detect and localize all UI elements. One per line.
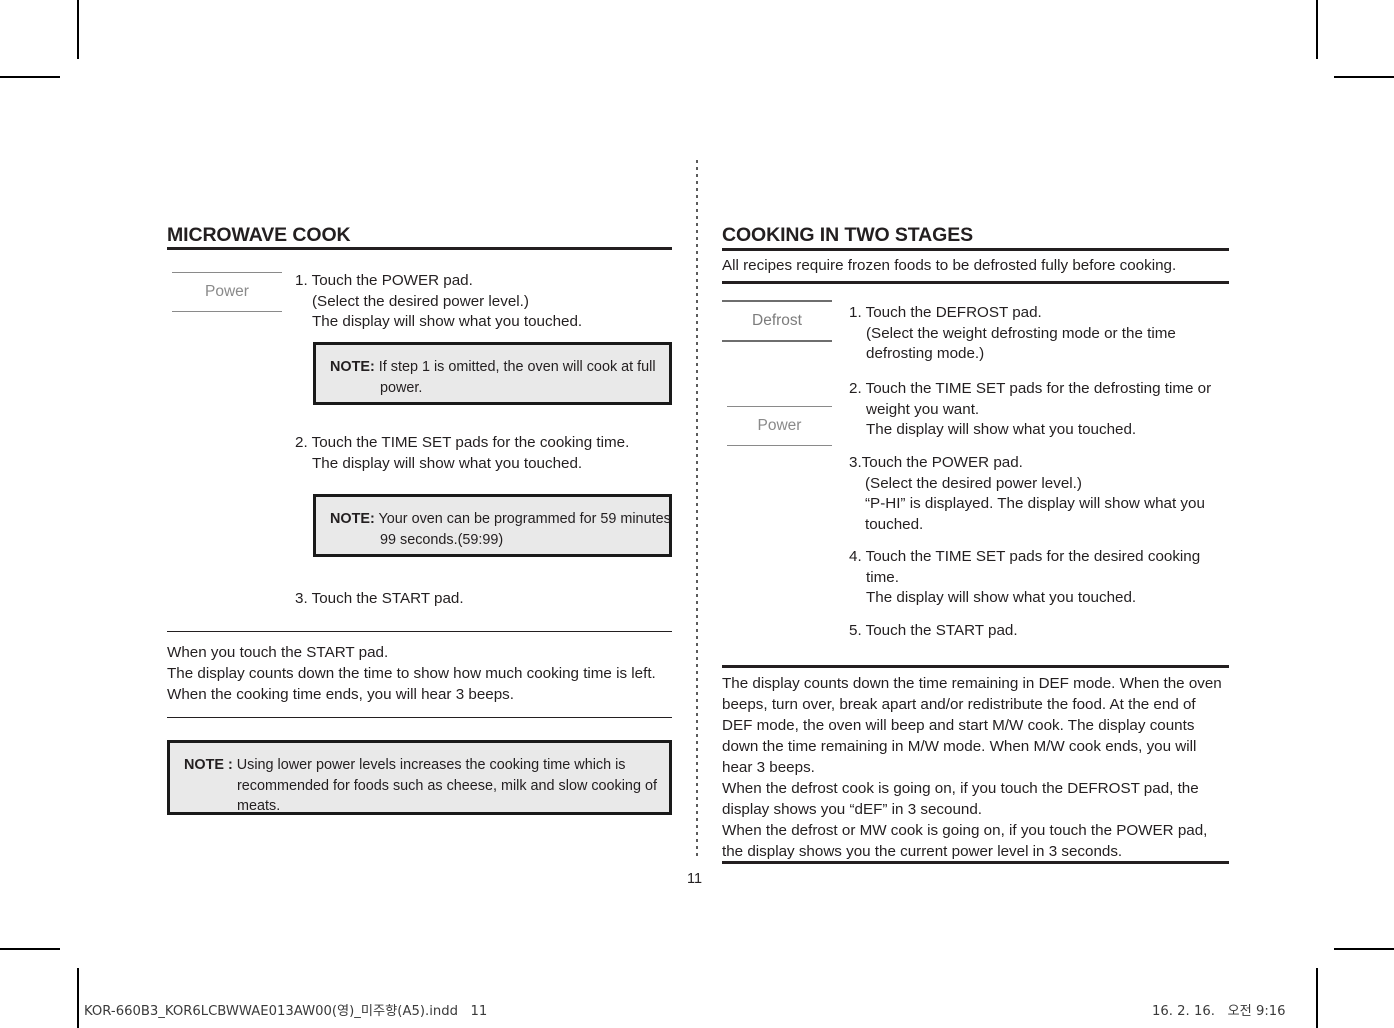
print-footer-filename: KOR-660B3_KOR6LCBWWAE013AW00(영)_미주향(A5).… [84,1004,488,1019]
note-1-line-2: power. [380,379,423,396]
step-1r-line-2: (Select the weight defrosting mode or th… [866,324,1176,342]
note-3-line-3: meats. [237,798,281,814]
crop-mark-top-right-horizontal [1334,76,1394,78]
note-box-max-time: NOTE: Your oven can be programmed for 59… [313,494,672,557]
summary-right-line-2: beeps, turn over, break apart and/or red… [722,696,1196,713]
step-1-left: 1. Touch the POWER pad. (Select the desi… [295,271,685,333]
step-2r-line-2: weight you want. [866,400,980,418]
page-title-microwave-cook: MICROWAVE COOK [167,224,351,246]
step-4r-line-2: time. [866,568,899,586]
separator-below-intro-right [722,281,1229,284]
page-title-cooking-in-two-stages: COOKING IN TWO STAGES [722,224,974,246]
note-3-text-1: Using lower power levels increases the c… [232,757,626,773]
pad-label-power-right: Power [757,417,802,435]
step-2-left: 2. Touch the TIME SET pads for the cooki… [295,433,685,474]
summary-right-line-6: When the defrost cook is going on, if yo… [722,780,1199,797]
step-3-left: 3. Touch the START pad. [295,589,685,610]
pad-graphic-power-right: Power [727,406,832,447]
pad-line-power-bottom [727,444,832,447]
crop-mark-bottom-right-horizontal [1334,948,1394,950]
step-2-line-1: 2. Touch the TIME SET pads for the cooki… [295,434,630,451]
note-1-text-1: If step 1 is omitted, the oven will cook… [374,359,656,375]
step-2-right: 2. Touch the TIME SET pads for the defro… [849,379,1249,441]
step-3r-line-4: touched. [865,515,924,533]
page-number: 11 [687,871,703,887]
intro-paragraph-right: All recipes require frozen foods to be d… [722,255,1237,276]
separator-below-summary-right [722,861,1229,864]
step-2r-line-3: The display will show what you touched. [866,421,1137,439]
summary-right-line-5: hear 3 beeps. [722,759,815,776]
step-3r-line-2: (Select the desired power level.) [865,474,1082,492]
step-5-right: 5. Touch the START pad. [849,621,1249,642]
separator-below-summary-left [167,717,672,719]
summary-right-line-3: DEF mode, the oven will beep and start M… [722,717,1195,734]
crop-mark-top-left-horizontal [0,76,60,78]
crop-mark-top-left-vertical [77,0,79,59]
separator-above-summary-right [722,665,1229,668]
note-1-label: NOTE: [330,359,375,375]
summary-right-line-7: display shows you “dEF” in 3 secound. [722,801,983,818]
step-3r-line-1: 3.Touch the POWER pad. [849,454,1023,471]
crop-mark-bottom-right-vertical [1316,968,1318,1028]
note-2-text-1: Your oven can be programmed for 59 minut… [374,511,671,527]
step-4-right: 4. Touch the TIME SET pads for the desir… [849,547,1249,609]
summary-left-line-3: When the cooking time ends, you will hea… [167,686,514,703]
print-footer-datetime: 16. 2. 16. 오전 9:16 [1152,1004,1286,1019]
summary-right-line-1: The display counts down the time remaini… [722,675,1222,692]
title-underline-right [722,248,1229,251]
step-3-line-1: 3. Touch the START pad. [295,590,464,607]
summary-paragraph-right: The display counts down the time remaini… [722,673,1242,862]
pad-line-defrost-bottom [722,339,832,342]
summary-paragraph-left: When you touch the START pad. The displa… [167,642,677,705]
step-1-line-3: The display will show what you touched. [312,313,583,331]
crop-mark-bottom-left-vertical [77,968,79,1028]
intro-line-1: All recipes require frozen foods to be d… [722,257,1177,274]
column-divider-dotted [696,160,698,857]
note-3-line-2: recommended for foods such as cheese, mi… [237,777,657,794]
pad-graphic-power-left: Power [172,272,282,313]
separator-above-summary-left [167,631,672,633]
step-1-right: 1. Touch the DEFROST pad. (Select the we… [849,303,1249,365]
title-underline-left [167,247,672,250]
step-3-right: 3.Touch the POWER pad. (Select the desir… [849,453,1249,535]
step-2-line-2: The display will show what you touched. [312,454,583,472]
step-1r-line-3: defrosting mode.) [866,345,985,363]
step-1-line-2: (Select the desired power level.) [312,292,529,310]
pad-label-power: Power [205,283,249,301]
step-3r-line-3: “P-HI” is displayed. The display will sh… [865,495,1205,513]
note-3-line-1: NOTE : Using lower power levels increase… [184,755,659,776]
summary-right-line-4: down the time remaining in M/W mode. Whe… [722,738,1197,755]
note-3-label: NOTE : [184,757,233,773]
step-4r-line-1: 4. Touch the TIME SET pads for the desir… [849,548,1201,565]
summary-right-line-8: When the defrost or MW cook is going on,… [722,822,1208,839]
step-2r-line-1: 2. Touch the TIME SET pads for the defro… [849,380,1212,397]
summary-right-line-9: the display shows you the current power … [722,843,1123,860]
note-box-full-power: NOTE: If step 1 is omitted, the oven wil… [313,342,672,405]
summary-left-line-1: When you touch the START pad. [167,644,389,661]
pad-label-defrost: Defrost [752,312,802,330]
pad-line-bottom [172,310,282,313]
crop-mark-top-right-vertical [1316,0,1318,59]
note-2-line-2: 99 seconds.(59:99) [380,531,504,548]
summary-left-line-2: The display counts down the time to show… [167,665,656,682]
note-2-line-1: NOTE: Your oven can be programmed for 59… [330,509,671,530]
note-2-label: NOTE: [330,511,375,527]
note-1-line-1: NOTE: If step 1 is omitted, the oven wil… [330,357,659,378]
step-1r-line-1: 1. Touch the DEFROST pad. [849,304,1042,321]
step-5r-line-1: 5. Touch the START pad. [849,622,1018,639]
step-4r-line-3: The display will show what you touched. [866,589,1137,607]
step-1-line-1: 1. Touch the POWER pad. [295,272,473,289]
pad-graphic-defrost: Defrost [722,300,832,342]
note-box-lower-power-levels: NOTE : Using lower power levels increase… [167,740,672,815]
crop-mark-bottom-left-horizontal [0,948,60,950]
